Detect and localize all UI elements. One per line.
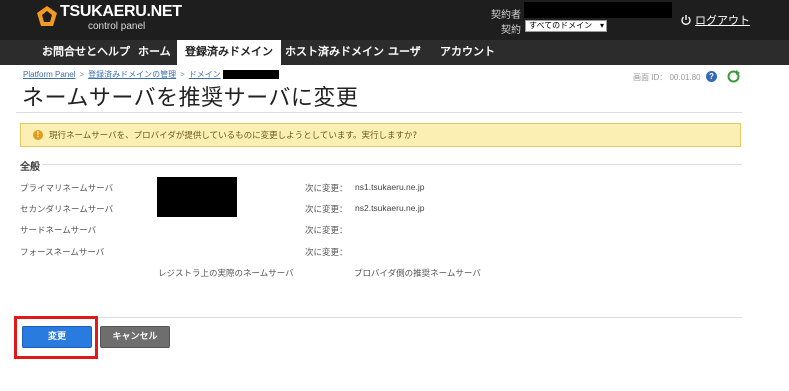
breadcrumb-redacted — [222, 70, 279, 79]
breadcrumb-separator: > — [180, 70, 185, 79]
refresh-icon[interactable] — [727, 70, 740, 83]
secondary-next-value: ns2.tsukaeru.ne.jp — [355, 203, 425, 213]
power-icon — [681, 15, 691, 26]
fourth-ns-label: フォースネームサーバ — [20, 248, 105, 258]
current-ns-redacted — [157, 177, 237, 217]
breadcrumb-platform-panel[interactable]: Platform Panel — [23, 70, 75, 79]
breadcrumb-domain[interactable]: ドメイン — [189, 69, 221, 80]
secondary-ns-label: セカンダリネームサーバ — [20, 205, 114, 215]
contract-select[interactable]: すべてのドメイン ▾ — [525, 20, 607, 32]
contract-holder-redacted — [524, 2, 672, 18]
brand-name: TSUKAERU.NET — [60, 3, 182, 20]
divider — [42, 164, 742, 165]
contract-holder-label: 契約者 — [491, 10, 521, 21]
help-icon[interactable]: ? — [706, 71, 717, 82]
chevron-down-icon: ▾ — [599, 21, 604, 30]
brand-subtitle: control panel — [88, 21, 146, 32]
breadcrumb-domain-management[interactable]: 登録済みドメインの管理 — [88, 69, 176, 80]
divider — [16, 317, 742, 318]
secondary-next-label: 次に変更： — [305, 205, 348, 215]
logout-link[interactable]: ログアウト — [680, 12, 750, 28]
primary-next-value: ns1.tsukaeru.ne.jp — [355, 182, 425, 192]
main-nav: お問合せとヘルプ ホーム 登録済みドメイン ホスト済みドメイン ユーザ アカウン… — [0, 40, 789, 65]
nav-registered-domains[interactable]: 登録済みドメイン — [177, 40, 281, 65]
nav-help[interactable]: お問合せとヘルプ — [34, 40, 138, 65]
submit-button[interactable]: 変更 — [22, 326, 92, 348]
primary-next-label: 次に変更： — [305, 184, 348, 194]
nav-users[interactable]: ユーザ — [380, 40, 429, 65]
breadcrumb: Platform Panel > 登録済みドメインの管理 > ドメイン — [23, 69, 279, 80]
warning-text: 現行ネームサーバを、プロバイダが提供しているものに変更しようとしています。実行し… — [49, 131, 417, 141]
top-header: TSUKAERU.NET control panel 契約者 契約 すべてのドメ… — [0, 0, 789, 40]
fourth-next-label: 次に変更： — [305, 248, 348, 258]
page-title: ネームサーバを推奨サーバに変更 — [22, 86, 359, 111]
cancel-button[interactable]: キャンセル — [100, 326, 170, 348]
section-title: 全般 — [20, 162, 40, 173]
third-next-label: 次に変更： — [305, 226, 348, 236]
logo-icon — [37, 6, 57, 26]
screen-id: 画面 ID： 00.01.80 — [633, 73, 701, 82]
divider — [16, 112, 742, 113]
primary-ns-label: プライマリネームサーバ — [20, 184, 114, 194]
caption-provider-ns: プロバイダ側の推奨ネームサーバ — [354, 269, 481, 279]
caption-registrar-ns: レジストラ上の実際のネームサーバ — [158, 269, 294, 279]
nav-hosted-domains[interactable]: ホスト済みドメイン — [277, 40, 392, 65]
third-ns-label: サードネームサーバ — [20, 226, 97, 236]
logout-label: ログアウト — [695, 15, 750, 27]
warning-icon: ! — [33, 130, 43, 140]
contract-label: 契約 — [501, 25, 521, 36]
nav-home[interactable]: ホーム — [130, 40, 179, 65]
warning-message: ! 現行ネームサーバを、プロバイダが提供しているものに変更しようとしています。実… — [20, 123, 741, 147]
breadcrumb-separator: > — [79, 70, 85, 79]
nav-account[interactable]: アカウント — [432, 40, 503, 65]
contract-select-value: すべてのドメイン — [529, 21, 593, 30]
